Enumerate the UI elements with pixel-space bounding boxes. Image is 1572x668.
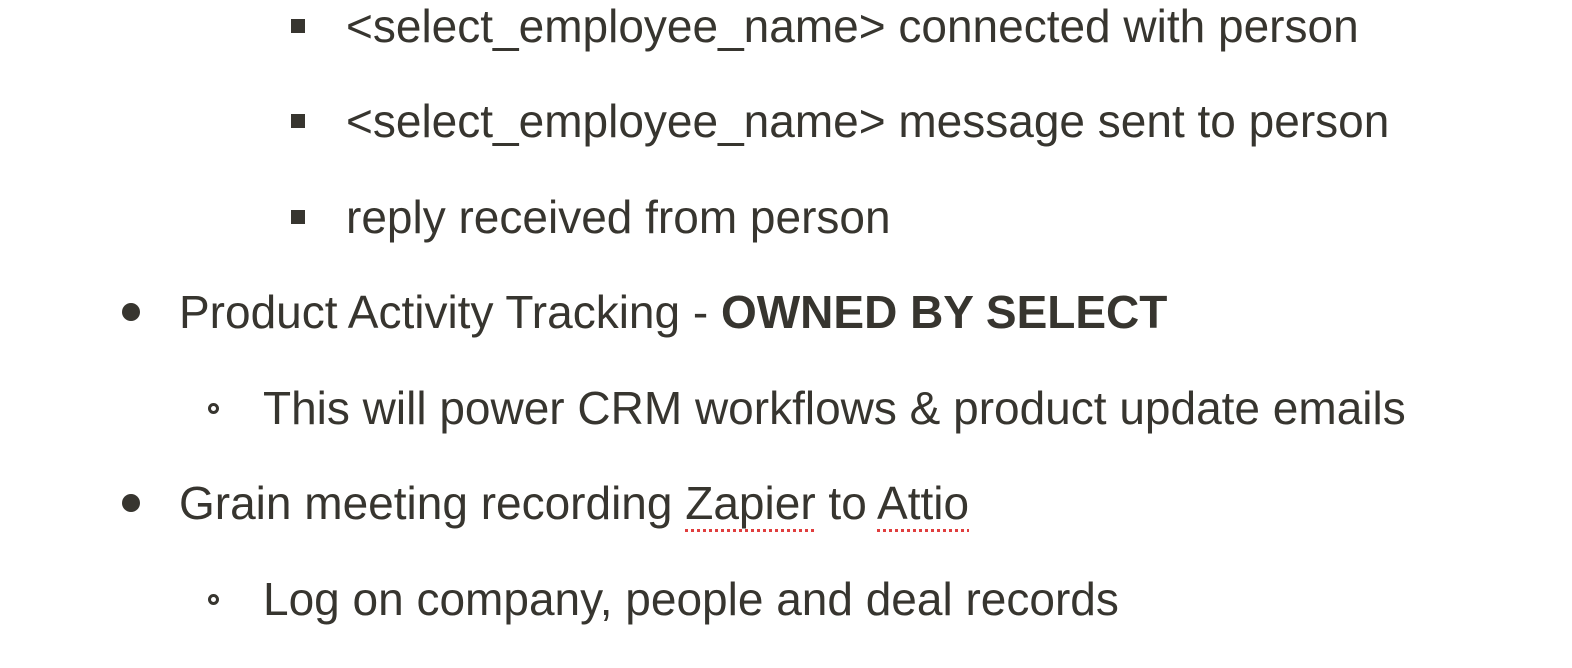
square-bullet-icon [291,114,305,128]
circle-bullet-icon [208,594,219,605]
circle-bullet-icon [208,403,219,414]
list-item-text: <select_employee_name> connected with pe… [346,0,1359,52]
square-bullet-icon [291,19,305,33]
list-item-text-prefix: Product Activity Tracking - [179,286,721,338]
disc-bullet-icon [122,303,140,321]
owner-label: OWNED BY SELECT [720,286,1168,338]
list-item-text: This will power CRM workflows & product … [263,382,1406,434]
disc-bullet-icon [122,494,140,512]
list-item-text: <select_employee_name> message sent to p… [346,95,1390,147]
square-bullet-icon [291,210,305,224]
misspelled-word[interactable]: Attio [877,477,969,529]
list-item-text: reply received from person [346,191,891,243]
list-item-text: Log on company, people and deal records [263,573,1119,625]
misspelled-word[interactable]: Zapier [685,477,815,529]
list-item-text: Product Activity Tracking - OWNED BY SEL… [179,282,1167,342]
text-segment: Grain meeting recording [179,477,686,529]
document-body: <select_employee_name> connected with pe… [0,0,1572,668]
list-item-text: Grain meeting recording Zapier to Attio [179,473,969,533]
text-segment: to [815,477,878,529]
